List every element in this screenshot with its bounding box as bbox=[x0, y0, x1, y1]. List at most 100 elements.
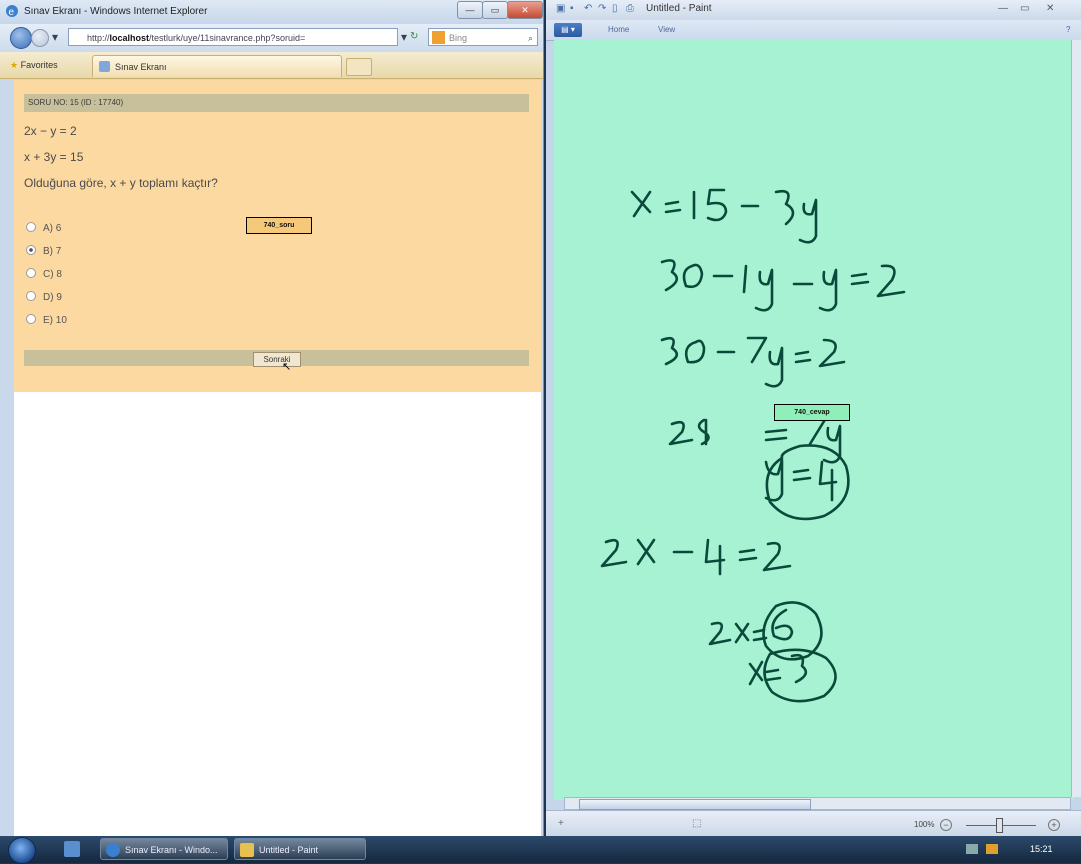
soru-tag: 740_soru bbox=[246, 217, 312, 234]
ink-line-3 bbox=[660, 336, 846, 388]
maximize-button[interactable]: ▭ bbox=[482, 1, 508, 19]
ie-logo-icon: e bbox=[6, 5, 18, 18]
favorites-label: Favorites bbox=[20, 60, 58, 70]
address-dropdown-icon[interactable]: ▾ bbox=[401, 30, 407, 44]
new-icon[interactable]: ▯ bbox=[612, 3, 623, 14]
taskbar-item-paint[interactable]: Untitled - Paint bbox=[234, 838, 366, 860]
ie-icon bbox=[106, 843, 120, 857]
radio-b[interactable] bbox=[26, 245, 36, 255]
paint-window: ▣ ▪ ↶ ↷ ▯ ⎙ Untitled - Paint — ▭ ✕ ▤ ▾ H… bbox=[546, 0, 1081, 837]
ie-window-title: Sınav Ekranı - Windows Internet Explorer bbox=[24, 6, 208, 17]
option-d[interactable]: D) 9 bbox=[26, 291, 62, 305]
option-label: D) 9 bbox=[43, 292, 62, 303]
network-icon[interactable] bbox=[966, 844, 978, 854]
question-prompt: Olduğuna göre, x + y toplamı kaçtır? bbox=[24, 176, 218, 190]
paint-icon bbox=[240, 843, 254, 857]
status-bar: + ⬚ 100% − + bbox=[546, 810, 1081, 837]
option-b[interactable]: B) 7 bbox=[26, 245, 61, 259]
equation-1: 2x − y = 2 bbox=[24, 124, 77, 138]
svg-text:e: e bbox=[9, 7, 15, 18]
question-header: SORU NO: 15 (ID : 17740) bbox=[24, 94, 529, 112]
option-label: E) 10 bbox=[43, 315, 67, 326]
cevap-tag: 740_cevap bbox=[774, 404, 850, 421]
taskbar-item-ie[interactable]: Sınav Ekranı - Windo... bbox=[100, 838, 228, 860]
tab-view[interactable]: View bbox=[658, 25, 675, 34]
ink-line-5 bbox=[764, 458, 838, 502]
flag-icon[interactable] bbox=[986, 844, 998, 854]
forward-button[interactable] bbox=[31, 29, 49, 47]
option-label: A) 6 bbox=[43, 223, 62, 234]
new-tab-button[interactable] bbox=[346, 58, 372, 76]
tab-label: Sınav Ekranı bbox=[115, 62, 167, 72]
close-button[interactable]: ✕ bbox=[1046, 3, 1057, 14]
zoom-in-button[interactable]: + bbox=[1048, 819, 1060, 831]
option-e[interactable]: E) 10 bbox=[26, 314, 67, 328]
paint-titlebar[interactable]: ▣ ▪ ↶ ↷ ▯ ⎙ Untitled - Paint — ▭ ✕ bbox=[546, 0, 1081, 20]
zoom-slider-thumb[interactable] bbox=[996, 818, 1003, 833]
address-host: localhost bbox=[109, 33, 150, 43]
scroll-thumb[interactable] bbox=[579, 799, 811, 810]
paint-menu-button[interactable]: ▤ ▾ bbox=[554, 23, 582, 37]
back-button[interactable] bbox=[10, 27, 32, 49]
option-c[interactable]: C) 8 bbox=[26, 268, 62, 282]
history-dropdown-icon[interactable]: ▾ bbox=[52, 30, 58, 44]
ink-line-7 bbox=[708, 608, 794, 646]
radio-c[interactable] bbox=[26, 268, 36, 278]
help-icon[interactable]: ? bbox=[1066, 25, 1070, 34]
minimize-button[interactable]: — bbox=[998, 3, 1009, 14]
close-button[interactable]: ✕ bbox=[507, 1, 543, 19]
ribbon-tabs: ▤ ▾ Home View ? bbox=[546, 20, 1081, 41]
paint-window-title: Untitled - Paint bbox=[646, 3, 712, 14]
taskbar: Sınav Ekranı - Windo... Untitled - Paint… bbox=[0, 836, 1081, 864]
ie-titlebar[interactable]: e Sınav Ekranı - Windows Internet Explor… bbox=[0, 0, 543, 24]
ink-line-1 bbox=[630, 188, 818, 244]
taskbar-ie-label: Sınav Ekranı - Windo... bbox=[125, 845, 218, 855]
address-path: /testlurk/uye/11sinavrance.php?soruid= bbox=[149, 33, 306, 43]
minimize-button[interactable]: — bbox=[457, 1, 483, 19]
refresh-icon[interactable]: ↻ bbox=[410, 30, 418, 44]
paint-app-icon: ▣ bbox=[556, 3, 566, 14]
browser-tab[interactable]: Sınav Ekranı bbox=[92, 55, 342, 77]
ink-line-2 bbox=[660, 259, 906, 312]
zoom-out-button[interactable]: − bbox=[940, 819, 952, 831]
explorer-icon[interactable] bbox=[64, 841, 80, 857]
radio-a[interactable] bbox=[26, 222, 36, 232]
equation-2: x + 3y = 15 bbox=[24, 150, 84, 164]
option-a[interactable]: A) 6 bbox=[26, 222, 61, 236]
address-bar[interactable]: http://localhost/testlurk/uye/11sinavran… bbox=[68, 28, 398, 46]
search-box[interactable]: Bing ⌕ bbox=[428, 28, 538, 46]
vertical-scrollbar[interactable] bbox=[1071, 40, 1081, 797]
favorites-bar: ★ Favorites Sınav Ekranı bbox=[0, 52, 543, 79]
start-button[interactable] bbox=[8, 837, 36, 864]
option-label: C) 8 bbox=[43, 269, 62, 280]
search-icon[interactable]: ⌕ bbox=[528, 29, 533, 47]
tab-home[interactable]: Home bbox=[608, 25, 629, 34]
clock[interactable]: 15:21 bbox=[1030, 844, 1053, 854]
exam-panel: SORU NO: 15 (ID : 17740) 2x − y = 2 x + … bbox=[14, 80, 541, 392]
radio-e[interactable] bbox=[26, 314, 36, 324]
ink-line-4 bbox=[668, 416, 842, 464]
taskbar-paint-label: Untitled - Paint bbox=[259, 845, 319, 855]
mouse-cursor-icon: ↖ bbox=[282, 361, 292, 373]
horizontal-scrollbar[interactable] bbox=[564, 797, 1071, 810]
save-icon[interactable]: ▪ bbox=[570, 3, 581, 14]
ink-line-6 bbox=[600, 538, 792, 576]
undo-icon[interactable]: ↶ bbox=[584, 3, 595, 14]
maximize-button[interactable]: ▭ bbox=[1020, 3, 1031, 14]
favorites-button[interactable]: ★ Favorites bbox=[10, 57, 58, 73]
star-icon: ★ bbox=[10, 60, 19, 70]
zoom-level: 100% bbox=[914, 820, 935, 829]
bing-icon bbox=[432, 31, 445, 44]
print-icon[interactable]: ⎙ bbox=[626, 3, 637, 14]
drawing-canvas[interactable]: 740_cevap bbox=[554, 40, 1074, 800]
address-prefix: http:// bbox=[87, 33, 110, 43]
radio-d[interactable] bbox=[26, 291, 36, 301]
ie-window: e Sınav Ekranı - Windows Internet Explor… bbox=[0, 0, 544, 836]
tab-page-icon bbox=[99, 61, 110, 72]
ie-navbar: ▾ http://localhost/testlurk/uye/11sinavr… bbox=[0, 24, 543, 52]
search-placeholder: Bing bbox=[449, 33, 468, 43]
page-content: SORU NO: 15 (ID : 17740) 2x − y = 2 x + … bbox=[14, 80, 541, 836]
selection-size-icon: ⬚ bbox=[692, 818, 702, 829]
redo-icon[interactable]: ↷ bbox=[598, 3, 609, 14]
option-label: B) 7 bbox=[43, 246, 62, 257]
